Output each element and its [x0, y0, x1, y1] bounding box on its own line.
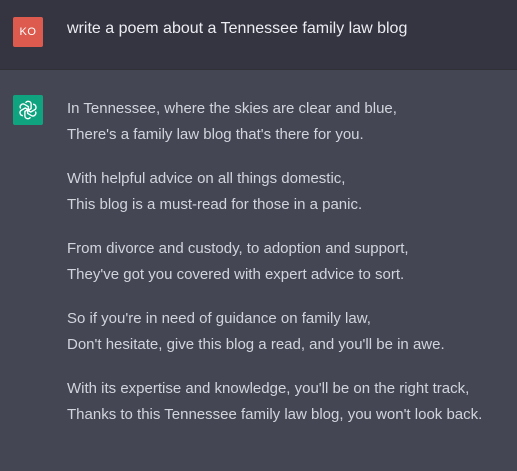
poem-line: They've got you covered with expert advi…	[67, 266, 405, 283]
user-message-row: KO write a poem about a Tennessee family…	[0, 0, 517, 70]
poem-stanza: So if you're in need of guidance on fami…	[67, 306, 512, 358]
poem-line: There's a family law blog that's there f…	[67, 126, 364, 143]
user-prompt-text: write a poem about a Tennessee family la…	[67, 20, 408, 37]
assistant-avatar	[13, 95, 43, 125]
poem-stanza: In Tennessee, where the skies are clear …	[67, 96, 512, 148]
poem-stanza: With its expertise and knowledge, you'll…	[67, 376, 512, 428]
poem-line: This blog is a must-read for those in a …	[67, 196, 363, 213]
poem-line: From divorce and custody, to adoption an…	[67, 240, 409, 257]
poem-stanza: From divorce and custody, to adoption an…	[67, 236, 512, 288]
assistant-message-row: In Tennessee, where the skies are clear …	[0, 70, 517, 471]
poem-line: So if you're in need of guidance on fami…	[67, 310, 371, 327]
poem-line: Thanks to this Tennessee family law blog…	[67, 406, 483, 423]
poem-stanza: With helpful advice on all things domest…	[67, 166, 512, 218]
poem-line: In Tennessee, where the skies are clear …	[67, 100, 397, 117]
poem-line: Don't hesitate, give this blog a read, a…	[67, 336, 445, 353]
poem-line: With its expertise and knowledge, you'll…	[67, 380, 470, 397]
assistant-response-poem: In Tennessee, where the skies are clear …	[67, 96, 512, 446]
openai-logo-icon	[19, 100, 37, 120]
poem-line: With helpful advice on all things domest…	[67, 170, 346, 187]
user-avatar: KO	[13, 17, 43, 47]
